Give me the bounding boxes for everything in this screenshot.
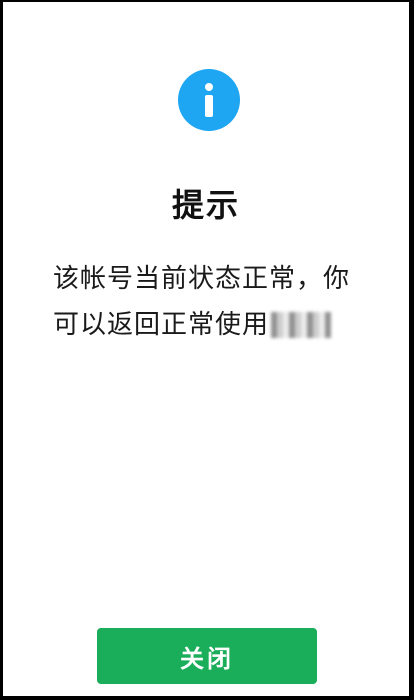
info-icon [178,69,240,131]
dialog-screen: 提示 该帐号当前状态正常，你 可以返回正常使用 关闭 [3,2,409,696]
dialog-message: 该帐号当前状态正常，你 可以返回正常使用 [53,256,371,348]
dialog-title: 提示 [171,186,240,224]
close-button[interactable]: 关闭 [97,628,317,684]
message-line-2: 可以返回正常使用 [53,302,371,348]
message-line-2-text: 可以返回正常使用 [53,310,270,340]
info-glyph [205,83,213,117]
redacted-text [271,312,332,338]
message-line-1: 该帐号当前状态正常，你 [53,264,351,294]
